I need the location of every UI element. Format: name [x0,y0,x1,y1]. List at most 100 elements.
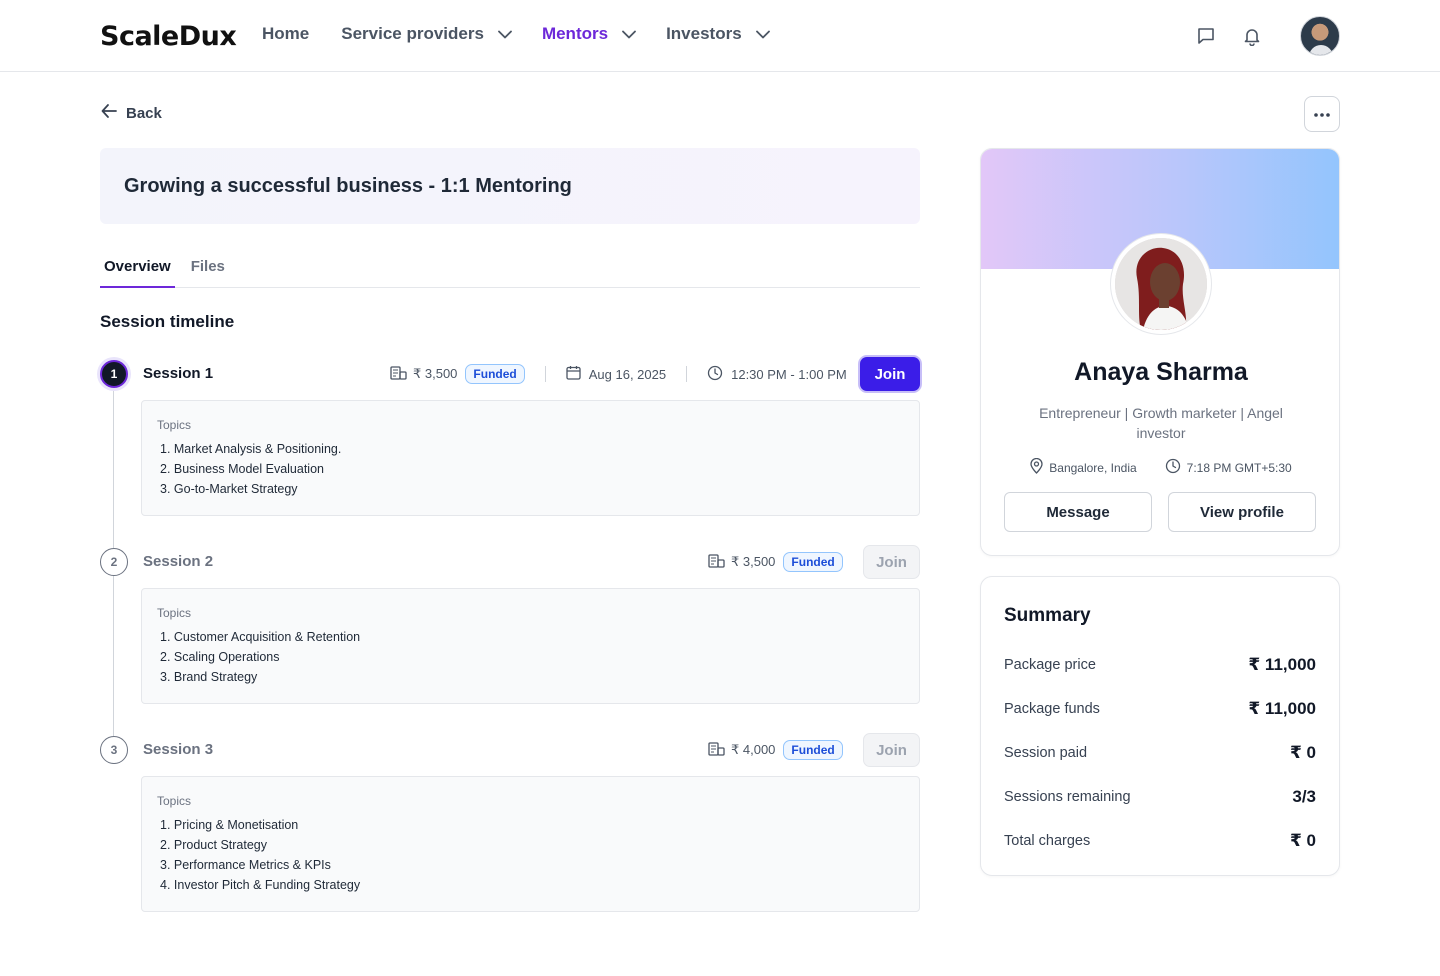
session-price: ₹ 3,500 [708,553,776,571]
bell-icon[interactable] [1240,24,1264,48]
message-button[interactable]: Message [1004,492,1152,532]
topics-list: 1. Customer Acquisition & Retention 2. S… [157,627,904,687]
chevron-down-icon [754,25,772,43]
summary-row: Sessions remaining 3/3 [1004,785,1316,809]
summary-value: ₹ 11,000 [1248,655,1316,674]
back-button[interactable]: Back [100,103,162,123]
mentor-local-time-value: 7:18 PM GMT+5:30 [1186,460,1292,475]
nav-home[interactable]: Home [262,24,309,44]
timeline-connector [113,576,114,736]
status-badge: Funded [783,552,843,572]
session-price-value: ₹ 3,500 [413,366,458,381]
timeline-connector [113,388,114,548]
summary-value: 3/3 [1292,787,1316,806]
summary-label: Package funds [1004,701,1100,717]
summary-label: Session paid [1004,745,1088,761]
list-item: 3. Brand Strategy [160,670,258,684]
list-item: 1. Pricing & Monetisation [160,818,299,832]
list-item: 2. Product Strategy [160,838,268,852]
message-icon[interactable] [1194,24,1218,48]
session-time: 12:30 PM - 1:00 PM [707,365,847,384]
list-item: 3. Go-to-Market Strategy [160,482,298,496]
page-title: Growing a successful business - 1:1 Ment… [124,174,572,197]
main-nav: Home Service providers Mentors Investors [262,24,772,44]
tab-bar: Overview Files [100,248,920,288]
session-meta: ₹ 4,000 Funded [708,734,843,766]
logo[interactable]: ScaleDux [100,21,237,52]
chevron-down-icon [620,25,638,43]
join-session-button[interactable]: Join [860,357,920,391]
session-topics: Topics 1. Market Analysis & Positioning.… [141,400,920,516]
tab-files[interactable]: Files [187,248,229,288]
topics-list: 1. Market Analysis & Positioning. 2. Bus… [157,439,904,499]
more-options-button[interactable] [1304,96,1340,132]
mentor-location: Bangalore, India [1030,457,1137,477]
back-label: Back [126,104,162,122]
header-actions [1194,16,1340,56]
clock-icon [707,365,723,384]
list-item: 1. Market Analysis & Positioning. [160,442,342,456]
mentor-bio: Entrepreneur | Growth marketer | Angel i… [1039,405,1283,441]
view-profile-button[interactable]: View profile [1168,492,1316,532]
mentor-location-value: Bangalore, India [1049,460,1137,475]
summary-value: ₹ 0 [1289,743,1316,762]
summary-row: Total charges ₹ 0 [1004,829,1316,853]
summary-row: Package funds ₹ 11,000 [1004,697,1316,721]
summary-card: Summary Package price ₹ 11,000 Package f… [980,576,1340,876]
meta-divider [686,366,688,382]
meta-divider [544,366,546,382]
session-price-value: ₹ 4,000 [731,742,776,757]
nav-mentors-label: Mentors [541,24,609,43]
session-title: Session 2 [143,553,214,570]
session-time-value: 12:30 PM - 1:00 PM [731,366,847,382]
map-pin-icon [1030,457,1043,477]
summary-label: Sessions remaining [1004,789,1131,805]
status-badge: Funded [465,364,525,384]
session-title: Session 3 [143,741,214,758]
session-date: Aug 16, 2025 [566,365,666,383]
session-step-indicator: 1 [100,360,128,388]
summary-value: ₹ 11,000 [1248,699,1316,718]
summary-label: Package price [1004,657,1096,673]
nav-investors-label: Investors [666,24,742,43]
arrow-left-icon [100,103,118,123]
more-horizontal-icon [1313,105,1331,123]
list-item: 2. Scaling Operations [160,650,280,664]
summary-row: Package price ₹ 11,000 [1004,653,1316,677]
summary-row: Session paid ₹ 0 [1004,741,1316,765]
topics-label: Topics [157,606,192,620]
session-topics: Topics 1. Customer Acquisition & Retenti… [141,588,920,704]
mentor-local-time: 7:18 PM GMT+5:30 [1165,458,1292,477]
session-date-value: Aug 16, 2025 [588,366,667,382]
session-meta: ₹ 3,500 Funded Aug 16, 2025 12:30 PM - 1… [390,358,847,390]
calendar-icon [566,365,581,383]
session-topics: Topics 1. Pricing & Monetisation 2. Prod… [141,776,920,912]
session-price-value: ₹ 3,500 [731,554,776,569]
session-price: ₹ 3,500 [390,365,458,383]
money-icon [708,741,725,759]
list-item: 4. Investor Pitch & Funding Strategy [160,878,361,892]
mentor-avatar [1111,234,1211,334]
money-icon [390,365,407,383]
status-badge: Funded [783,740,843,760]
list-item: 1. Customer Acquisition & Retention [160,630,361,644]
user-avatar[interactable] [1300,16,1340,56]
session-title: Session 1 [143,365,214,382]
topics-list: 1. Pricing & Monetisation 2. Product Str… [157,815,904,895]
summary-label: Total charges [1004,833,1091,849]
nav-service-providers[interactable]: Service providers [341,24,514,44]
topics-label: Topics [157,794,192,808]
chevron-down-icon [496,25,514,43]
nav-investors[interactable]: Investors [666,24,772,44]
join-session-button[interactable]: Join [863,545,920,579]
top-navbar: ScaleDux Home Service providers Mentors … [0,0,1440,72]
tab-overview[interactable]: Overview [100,248,175,288]
nav-home-label: Home [262,24,310,43]
join-session-button[interactable]: Join [863,733,920,767]
money-icon [708,553,725,571]
nav-mentors[interactable]: Mentors [542,24,638,44]
topics-label: Topics [157,418,192,432]
session-price: ₹ 4,000 [708,741,776,759]
session-step-indicator: 3 [100,736,128,764]
mentor-name: Anaya Sharma [1074,358,1248,386]
